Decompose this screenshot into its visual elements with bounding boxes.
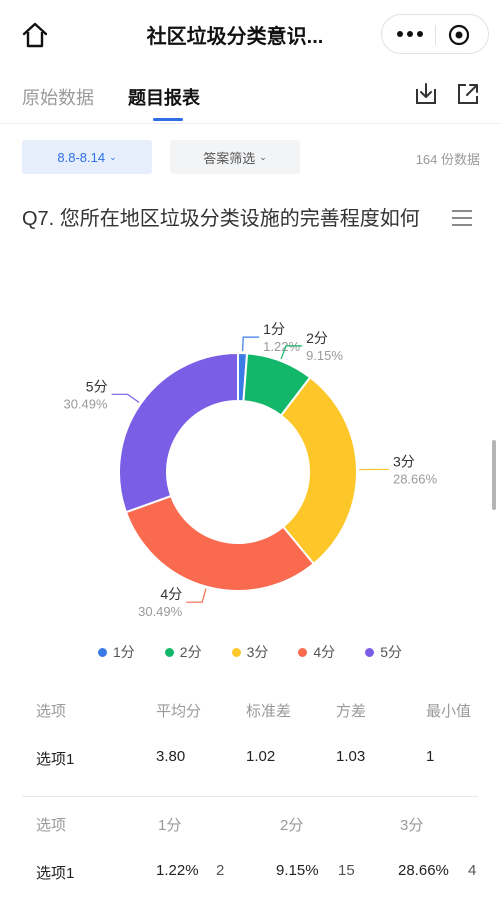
legend-item-4[interactable]: 4分: [298, 640, 335, 664]
legend-dot: [98, 647, 107, 657]
legend-item-2[interactable]: 2分: [164, 640, 202, 664]
header-option: 选项: [36, 703, 67, 720]
table-row: 选项1 1.22% 2 9.15% 15 28.66% 4: [0, 862, 500, 886]
home-icon[interactable]: [18, 18, 52, 52]
distribution-table-header: 选项 1分 2分 3分: [0, 814, 500, 838]
download-icon[interactable]: [412, 80, 440, 108]
leader-line-4: [186, 588, 207, 603]
table-row: 选项1 3.80 1.02 1.03 1: [0, 748, 500, 772]
row-std-dev: 1.02: [246, 748, 276, 765]
row-minimum: 1: [426, 748, 435, 765]
donut-slice-4[interactable]: [124, 494, 316, 592]
slice-label-2: 2分: [306, 330, 328, 346]
capsule-divider: [435, 25, 436, 45]
slice-label-3: 3分: [393, 453, 415, 469]
header-variance: 方差: [336, 703, 367, 720]
slice-label-4: 4分: [160, 586, 182, 602]
legend-label: 2分: [179, 644, 202, 660]
answer-filter-label: 答案筛选: [203, 150, 256, 166]
date-range-filter[interactable]: 8.8-8.14 ⌄: [22, 140, 152, 174]
legend-dot: [164, 647, 174, 657]
slice-value-label-5: 30.49%: [63, 396, 108, 411]
legend-item-1[interactable]: 1分: [98, 640, 135, 664]
legend-label: 1分: [113, 644, 135, 660]
more-dots-icon[interactable]: [390, 19, 430, 49]
target-close-icon[interactable]: [444, 21, 474, 49]
question-title: Q7. 您所在地区垃圾分类设施的完善程度如何: [22, 208, 420, 230]
share-external-icon[interactable]: [454, 80, 482, 108]
scrollbar[interactable]: [492, 440, 496, 510]
header-score-3: 3分: [400, 817, 424, 834]
date-range-label: 8.8-8.14: [57, 149, 106, 165]
legend-item-5[interactable]: 5分: [365, 640, 402, 664]
score-3-count: 4: [468, 862, 477, 879]
legend-label: 3分: [246, 644, 269, 660]
tab-question-report[interactable]: 题目报表: [128, 84, 200, 110]
mini-program-capsule: [381, 14, 489, 54]
active-tab-indicator: [153, 118, 183, 121]
leader-line-1: [242, 336, 260, 352]
row-option: 选项1: [36, 865, 75, 882]
score-1-percent: 1.22%: [156, 862, 199, 879]
tab-bar: 原始数据 题目报表: [0, 70, 500, 124]
legend-item-3[interactable]: 3分: [231, 640, 269, 664]
row-option: 选项1: [36, 751, 75, 768]
legend-dot: [298, 647, 308, 657]
legend-dot: [365, 647, 375, 657]
table-divider: [22, 796, 478, 797]
donut-chart: 1分 1.22% 2分 9.15% 3分 28.66% 4分 30.49% 5分 30.49%: [63, 321, 438, 619]
slice-label-1: 1分: [263, 321, 285, 337]
legend-label: 5分: [380, 644, 402, 660]
stats-table-header: 选项 平均分 标准差 方差 最小值: [0, 700, 500, 724]
slice-value-label-2: 9.15%: [306, 348, 343, 363]
header-score-1: 1分: [158, 817, 182, 834]
legend-dot: [231, 647, 241, 657]
tab-raw-data[interactable]: 原始数据: [22, 84, 94, 110]
row-variance: 1.03: [336, 748, 366, 765]
chevron-down-icon: ⌄: [259, 151, 267, 162]
header-score-2: 2分: [280, 817, 304, 834]
page-title: 社区垃圾分类意识...: [146, 26, 324, 48]
response-count: 164 份数据: [415, 152, 480, 167]
score-1-count: 2: [216, 862, 225, 879]
donut-slice-3[interactable]: [279, 375, 358, 566]
legend-label: 4分: [313, 644, 336, 660]
row-average: 3.80: [156, 748, 186, 765]
header-average: 平均分: [156, 703, 202, 720]
slice-value-label-1: 1.22%: [263, 339, 300, 354]
header-std-dev: 标准差: [246, 703, 292, 720]
donut-slice-5[interactable]: [118, 351, 239, 514]
score-3-percent: 28.66%: [398, 862, 449, 879]
chart-legend: 1分 2分 3分 4分 5分: [0, 640, 500, 664]
slice-value-label-3: 28.66%: [393, 471, 438, 486]
hamburger-menu-icon[interactable]: [452, 210, 474, 228]
answer-filter-button[interactable]: 答案筛选 ⌄: [170, 140, 300, 174]
header-option: 选项: [36, 817, 67, 834]
slice-value-label-4: 30.49%: [138, 604, 183, 619]
title-bar: 社区垃圾分类意识...: [0, 0, 500, 70]
score-2-count: 15: [338, 862, 355, 879]
score-2-percent: 9.15%: [276, 862, 319, 879]
slice-label-5: 5分: [86, 378, 108, 394]
chevron-down-icon: ⌄: [109, 151, 117, 162]
leader-line-5: [111, 393, 140, 403]
header-minimum: 最小值: [426, 703, 472, 720]
